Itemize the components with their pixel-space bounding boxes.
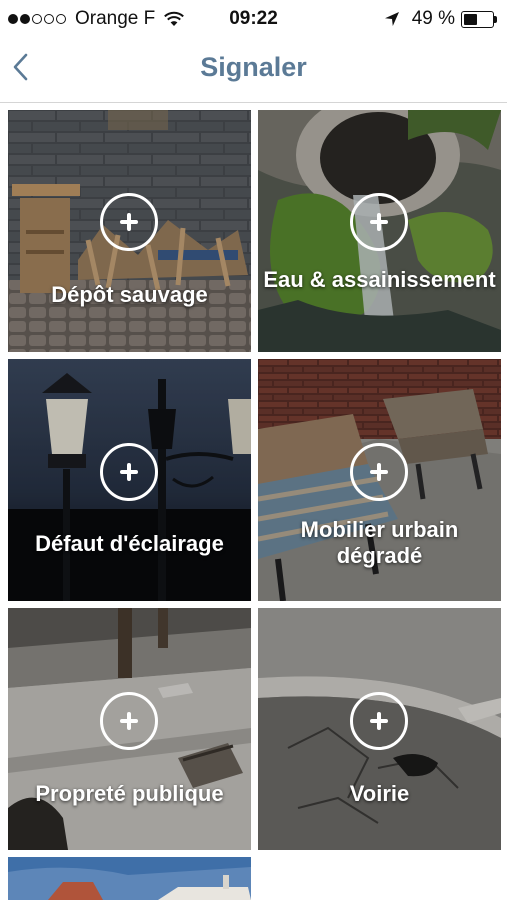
category-tile-defaut-eclairage[interactable]: Défaut d'éclairage: [8, 359, 251, 601]
category-label: Propreté publique: [35, 781, 224, 806]
page-title: Signaler: [200, 52, 307, 82]
add-icon: [100, 692, 158, 750]
status-right: 49 %: [384, 8, 497, 30]
nav-bar: Signaler: [0, 36, 507, 103]
category-tile-partial[interactable]: [8, 857, 251, 900]
battery-icon: [461, 10, 497, 28]
add-icon: [100, 443, 158, 501]
add-icon: [350, 193, 408, 251]
category-tile-depot-sauvage[interactable]: Dépôt sauvage: [8, 110, 251, 352]
category-tile-voirie[interactable]: Voirie: [258, 608, 501, 850]
category-label: Eau & assainissement: [263, 267, 496, 292]
battery-percent: 49 %: [411, 8, 455, 29]
category-label: Voirie: [349, 781, 410, 806]
status-bar: Orange F 09:22 49 %: [0, 0, 507, 36]
category-tile-eau-assainissement[interactable]: Eau & assainissement: [258, 110, 501, 352]
category-tile-mobilier-urbain[interactable]: Mobilier urbain dégradé: [258, 359, 501, 601]
location-arrow-icon: [384, 12, 399, 26]
category-tile-proprete-publique[interactable]: Propreté publique: [8, 608, 251, 850]
category-label: Mobilier urbain dégradé: [300, 517, 459, 568]
add-icon: [350, 692, 408, 750]
category-label: Défaut d'éclairage: [35, 531, 224, 556]
add-icon: [350, 443, 408, 501]
tile-photo: [8, 857, 251, 900]
category-label: Dépôt sauvage: [51, 282, 208, 307]
add-icon: [100, 193, 158, 251]
